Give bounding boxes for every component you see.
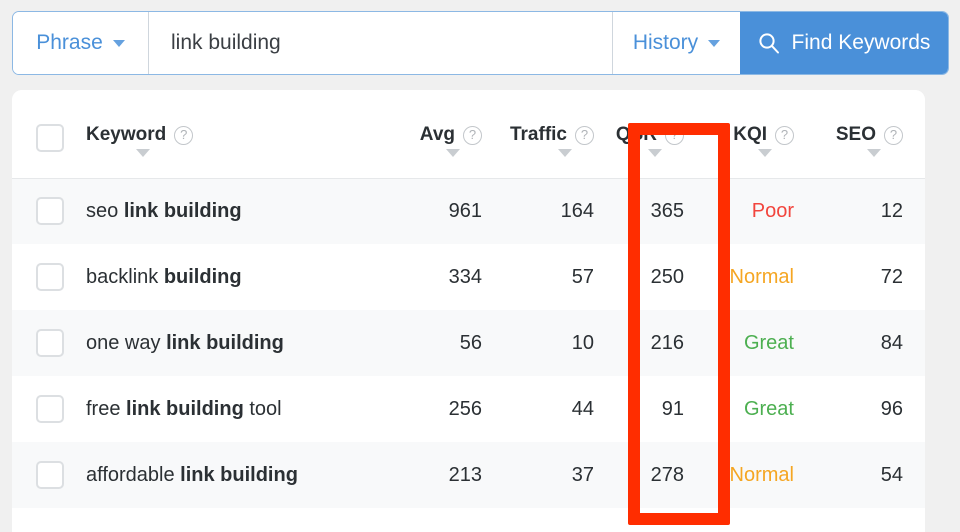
sort-caret-kqi[interactable] bbox=[758, 149, 772, 157]
help-icon-avg[interactable]: ? bbox=[463, 125, 482, 145]
select-all-checkbox[interactable] bbox=[36, 124, 64, 152]
row-checkbox[interactable] bbox=[36, 197, 64, 226]
cell-keyword[interactable]: backlink building bbox=[84, 244, 404, 310]
cell-traffic: 57 bbox=[504, 244, 616, 310]
column-header-traffic[interactable]: Traffic ? bbox=[504, 90, 616, 179]
cell-avg: 56 bbox=[404, 310, 504, 376]
cell-kqi: Poor bbox=[706, 178, 816, 244]
cell-seo: 54 bbox=[816, 442, 925, 508]
chevron-down-icon bbox=[708, 39, 721, 47]
cell-kqi: Normal bbox=[706, 244, 816, 310]
row-checkbox[interactable] bbox=[36, 263, 64, 291]
keyword-results-card: Keyword ? Avg ? Traffic ? QSR ? KQI ? SE… bbox=[12, 90, 925, 532]
chevron-down-icon bbox=[112, 39, 125, 47]
sort-caret-keyword[interactable] bbox=[136, 149, 150, 157]
cell-avg: 334 bbox=[404, 244, 504, 310]
table-row[interactable]: affordable link building 213 37 278 Normal 54 bbox=[12, 442, 925, 508]
help-icon-keyword[interactable]: ? bbox=[174, 125, 194, 145]
table-row[interactable]: seo link building 961 164 365 Poor 12 bbox=[12, 178, 925, 244]
row-checkbox[interactable] bbox=[36, 395, 64, 423]
table-body: seo link building 961 164 365 Poor 12 backlink… bbox=[12, 178, 925, 508]
column-header-seo[interactable]: SEO ? bbox=[816, 90, 925, 179]
history-dropdown[interactable]: History bbox=[612, 12, 740, 74]
help-icon-traffic[interactable]: ? bbox=[575, 125, 594, 145]
cell-seo: 12 bbox=[816, 178, 925, 244]
cell-keyword[interactable]: free link building tool bbox=[84, 376, 404, 442]
app-screen: Phrase History Find Keywords bbox=[0, 0, 960, 532]
cell-seo: 84 bbox=[816, 310, 925, 376]
cell-traffic: 164 bbox=[504, 178, 616, 244]
find-keywords-label: Find Keywords bbox=[791, 31, 931, 54]
column-label-kqi: KQI bbox=[733, 124, 767, 145]
cell-qsr: 216 bbox=[616, 310, 706, 376]
cell-avg: 256 bbox=[404, 376, 504, 442]
table-header-row: Keyword ? Avg ? Traffic ? QSR ? KQI ? SE… bbox=[12, 90, 925, 179]
cell-avg: 213 bbox=[404, 442, 504, 508]
help-icon-qsr[interactable]: ? bbox=[665, 125, 684, 145]
row-select-cell bbox=[12, 310, 84, 376]
cell-keyword[interactable]: seo link building bbox=[84, 178, 404, 244]
table-header: Keyword ? Avg ? Traffic ? QSR ? KQI ? SE… bbox=[12, 90, 925, 179]
cell-traffic: 10 bbox=[504, 310, 616, 376]
keyword-results-table: Keyword ? Avg ? Traffic ? QSR ? KQI ? SE… bbox=[12, 90, 925, 508]
find-keywords-button[interactable]: Find Keywords bbox=[740, 12, 948, 74]
row-checkbox[interactable] bbox=[36, 329, 64, 357]
column-header-qsr[interactable]: QSR ? bbox=[615, 90, 706, 179]
column-label-keyword: Keyword bbox=[86, 124, 167, 145]
cell-seo: 96 bbox=[816, 376, 925, 442]
history-label: History bbox=[632, 31, 699, 54]
column-header-avg[interactable]: Avg ? bbox=[404, 90, 504, 179]
row-select-cell bbox=[12, 178, 84, 244]
sort-caret-avg[interactable] bbox=[446, 149, 460, 157]
cell-keyword[interactable]: affordable link building bbox=[84, 442, 404, 508]
match-type-dropdown[interactable]: Phrase bbox=[13, 12, 149, 74]
keyword-search-input[interactable] bbox=[149, 12, 612, 74]
cell-qsr: 250 bbox=[616, 244, 706, 310]
select-all-header bbox=[12, 90, 84, 179]
cell-qsr: 278 bbox=[616, 442, 706, 508]
table-row[interactable]: free link building tool 256 44 91 Great 96 bbox=[12, 376, 925, 442]
help-icon-seo[interactable]: ? bbox=[884, 125, 903, 145]
row-checkbox[interactable] bbox=[36, 461, 64, 489]
cell-traffic: 44 bbox=[504, 376, 616, 442]
table-row[interactable]: backlink building 334 57 250 Normal 72 bbox=[12, 244, 925, 310]
keyword-search-bar: Phrase History Find Keywords bbox=[12, 11, 949, 75]
cell-kqi: Great bbox=[706, 310, 816, 376]
column-label-avg: Avg bbox=[419, 124, 455, 145]
match-type-label: Phrase bbox=[36, 31, 103, 54]
sort-caret-qsr[interactable] bbox=[648, 149, 662, 157]
cell-kqi: Normal bbox=[706, 442, 816, 508]
search-icon bbox=[758, 32, 780, 54]
cell-traffic: 37 bbox=[504, 442, 616, 508]
column-header-kqi[interactable]: KQI ? bbox=[706, 90, 816, 179]
cell-qsr: 91 bbox=[616, 376, 706, 442]
row-select-cell bbox=[12, 376, 84, 442]
table-row[interactable]: one way link building 56 10 216 Great 84 bbox=[12, 310, 925, 376]
help-icon-kqi[interactable]: ? bbox=[775, 125, 794, 145]
cell-seo: 72 bbox=[816, 244, 925, 310]
column-header-keyword[interactable]: Keyword ? bbox=[84, 90, 404, 179]
sort-caret-traffic[interactable] bbox=[558, 149, 572, 157]
column-label-seo: SEO bbox=[835, 124, 876, 145]
sort-caret-seo[interactable] bbox=[867, 149, 881, 157]
cell-avg: 961 bbox=[404, 178, 504, 244]
column-label-traffic: Traffic bbox=[509, 124, 567, 145]
cell-kqi: Great bbox=[706, 376, 816, 442]
cell-keyword[interactable]: one way link building bbox=[84, 310, 404, 376]
cell-qsr: 365 bbox=[616, 178, 706, 244]
row-select-cell bbox=[12, 442, 84, 508]
column-label-qsr: QSR bbox=[615, 124, 657, 145]
row-select-cell bbox=[12, 244, 84, 310]
